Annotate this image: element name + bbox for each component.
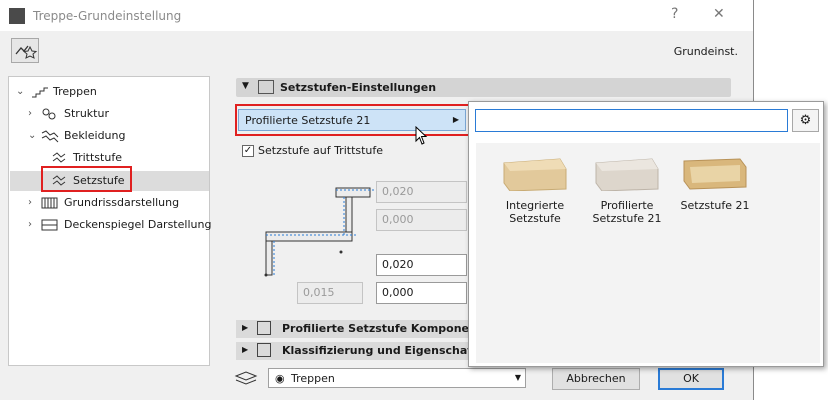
classification-icon — [257, 343, 271, 357]
offset-field-top[interactable]: 0,020 — [376, 181, 467, 203]
riser-settings-icon — [258, 80, 274, 94]
settings-tree: ⌄ Treppen › Struktur ⌄ Bekleidung Tritts… — [8, 76, 212, 366]
tree-item-label: Bekleidung — [64, 129, 126, 142]
bottom-left-field[interactable]: 0,015 — [297, 282, 363, 304]
tread-icon — [52, 151, 70, 165]
profile-tile-setzstufe-21[interactable]: Setzstufe 21 — [670, 157, 760, 212]
layers-icon — [234, 371, 258, 385]
preset-label: Grundeinst. — [673, 45, 738, 58]
highlight-box — [235, 104, 470, 136]
tile-label: Setzstufe 21 — [680, 199, 750, 212]
popup-search-input[interactable] — [475, 109, 788, 132]
wood-riser-thumbnail — [502, 157, 568, 192]
tile-label: Setzstufe 21 — [592, 212, 662, 225]
layer-select[interactable]: ◉ Treppen ▼ — [268, 368, 526, 388]
profile-grid: Integrierte Setzstufe Profilierte Setzst… — [476, 143, 820, 363]
chevron-right-icon[interactable]: › — [28, 104, 40, 124]
favorites-icon[interactable] — [11, 38, 39, 63]
layer-select-value: Treppen — [291, 372, 335, 385]
thickness-field[interactable]: 0,020 — [376, 254, 467, 276]
section-header-setzstufen[interactable]: ▼ Setzstufen-Einstellungen — [236, 78, 731, 97]
structure-icon — [41, 107, 59, 121]
section-title: Setzstufen-Einstellungen — [280, 81, 437, 94]
stair-icon — [31, 85, 49, 99]
framed-riser-thumbnail — [682, 157, 748, 191]
chevron-right-icon[interactable]: › — [28, 215, 40, 235]
cancel-button[interactable]: Abbrechen — [552, 368, 640, 390]
checkbox-label: Setzstufe auf Trittstufe — [258, 144, 384, 157]
help-button[interactable]: ? — [671, 6, 678, 22]
section-klassifizierung[interactable]: ▶ Klassifizierung und Eigenschaften — [236, 342, 493, 360]
tree-item-label: Trittstufe — [73, 151, 122, 164]
title-bar: Treppe-Grundeinstellung ? ✕ — [0, 0, 753, 31]
close-button[interactable]: ✕ — [713, 6, 725, 22]
chevron-down-icon[interactable]: ⌄ — [16, 82, 28, 102]
highlight-box — [41, 166, 132, 192]
mouse-cursor-icon — [415, 126, 428, 145]
chevron-right-icon[interactable]: › — [28, 193, 40, 213]
section-label: Klassifizierung und Eigenschaften — [282, 344, 493, 357]
tree-item-label: Deckenspiegel Darstellung — [64, 218, 212, 231]
ok-button[interactable]: OK — [658, 368, 724, 390]
cladding-icon — [41, 129, 59, 143]
triangle-right-icon[interactable]: ▶ — [242, 345, 248, 354]
components-icon — [257, 321, 271, 335]
profiled-riser-thumbnail — [594, 157, 660, 192]
triangle-right-icon[interactable]: ▶ — [242, 323, 248, 332]
riser-on-tread-checkbox[interactable]: ✓ — [242, 145, 254, 157]
tile-label: Integrierte — [505, 199, 565, 212]
triangle-down-icon: ▼ — [514, 373, 521, 382]
window-title: Treppe-Grundeinstellung — [33, 9, 182, 23]
tile-label: Setzstufe — [509, 212, 561, 225]
offset-field-second[interactable]: 0,000 — [376, 209, 467, 231]
riser-diagram — [264, 187, 376, 277]
profile-tile-profilierte[interactable]: Profilierte Setzstufe 21 — [582, 157, 672, 225]
bottom-right-field[interactable]: 0,000 — [376, 282, 467, 304]
tree-item-label: Struktur — [64, 107, 109, 120]
profile-tile-integrierte[interactable]: Integrierte Setzstufe — [490, 157, 580, 225]
triangle-down-icon[interactable]: ▼ — [242, 81, 249, 91]
chevron-down-icon[interactable]: ⌄ — [28, 126, 40, 146]
app-logo-icon — [9, 8, 25, 24]
tree-item-label: Treppen — [53, 85, 97, 98]
ceiling-plan-icon — [41, 218, 59, 232]
gear-icon[interactable]: ⚙ — [792, 109, 819, 132]
tree-item-label: Grundrissdarstellung — [64, 196, 180, 209]
tile-label: Profilierte — [600, 199, 654, 212]
eye-icon: ◉ — [275, 372, 285, 385]
floorplan-icon — [41, 196, 59, 210]
section-komponenten[interactable]: ▶ Profilierte Setzstufe Komponenten-E — [236, 320, 509, 338]
